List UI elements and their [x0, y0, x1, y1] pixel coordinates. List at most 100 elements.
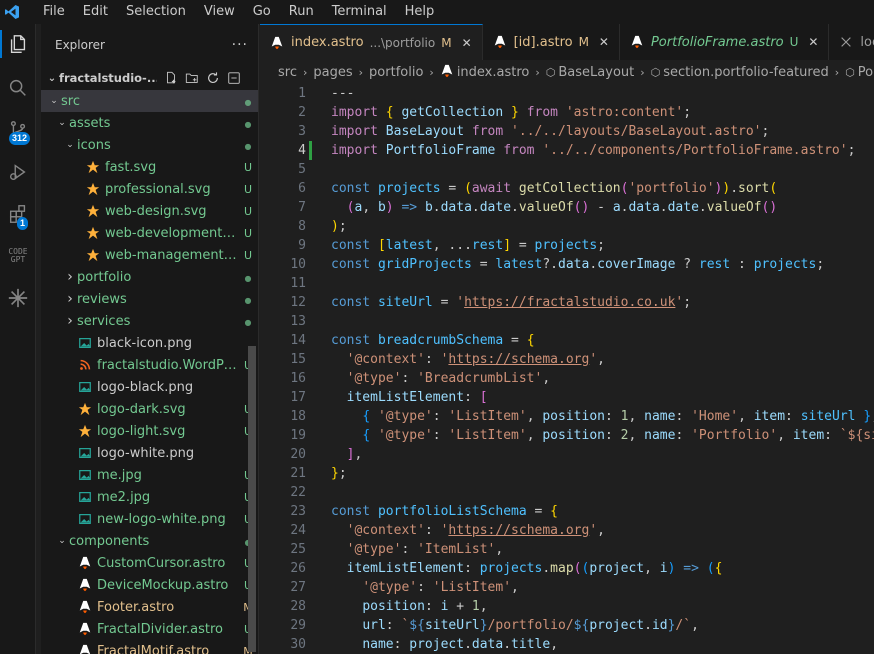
file-row[interactable]: logo-black.png	[41, 376, 258, 398]
file-row[interactable]: fractalstudio.WordPre...U	[41, 354, 258, 376]
tab-1[interactable]: index.astro ...\portfolio M ✕	[260, 24, 483, 60]
code-text: const siteUrl = 'https://fractalstudio.c…	[318, 293, 874, 312]
extensions-icon[interactable]: 1	[0, 196, 36, 232]
git-status-dot-icon	[238, 271, 258, 284]
astro-file-icon	[77, 577, 93, 593]
search-icon[interactable]	[0, 70, 36, 106]
close-icon[interactable]: ✕	[597, 35, 611, 49]
chevron-down-icon: ⌄	[50, 96, 58, 106]
file-row[interactable]: black-icon.png	[41, 332, 258, 354]
code-line: 27 '@type': 'ListItem',	[260, 578, 874, 597]
breadcrumb-item[interactable]: src	[278, 65, 297, 80]
close-icon[interactable]: ✕	[806, 35, 820, 49]
sidebar-scrollbar[interactable]	[248, 346, 256, 652]
file-row[interactable]: CustomCursor.astroU	[41, 552, 258, 574]
run-debug-icon[interactable]	[0, 154, 36, 190]
code-token: const	[331, 257, 371, 272]
menu-terminal[interactable]: Terminal	[323, 0, 396, 24]
explorer-icon[interactable]	[0, 26, 36, 62]
breadcrumb-item[interactable]: Portfolio	[858, 65, 874, 80]
menu-edit[interactable]: Edit	[74, 0, 117, 24]
breadcrumb-item[interactable]: portfolio	[369, 65, 423, 80]
file-row[interactable]: web-management.svg U	[41, 244, 258, 266]
close-icon[interactable]: ✕	[460, 36, 474, 50]
tab-3[interactable]: PortfolioFrame.astro U ✕	[620, 24, 830, 60]
project-root-row[interactable]: ⌄ fractalstudio-...	[41, 66, 258, 90]
folder-row[interactable]: › services	[41, 310, 258, 332]
code-view[interactable]: 1 --- 2 import { getCollection } from 'astr…	[260, 84, 874, 654]
code-token: 'Home'	[691, 409, 739, 424]
code-token: :	[824, 428, 840, 443]
tab-2[interactable]: [id].astro M ✕	[483, 24, 620, 60]
tab-label: localhost:4322	[860, 34, 874, 50]
code-token: name	[362, 637, 394, 652]
collapse-all-icon[interactable]	[226, 70, 242, 86]
file-row[interactable]: web-design.svg U	[41, 200, 258, 222]
folder-row[interactable]: ⌄ assets	[41, 112, 258, 134]
file-row[interactable]: FractalMotif.astroM	[41, 640, 258, 654]
folder-row[interactable]: ⌄ components	[41, 530, 258, 552]
code-token: url	[362, 618, 386, 633]
refresh-icon[interactable]	[205, 70, 221, 86]
code-token: valueOf	[518, 200, 574, 215]
file-row[interactable]: logo-white.png	[41, 442, 258, 464]
more-actions-icon[interactable]: ···	[232, 37, 248, 53]
code-token: 'astro:content'	[565, 105, 684, 120]
tab-4[interactable]: localhost:4322	[829, 24, 874, 60]
new-file-icon[interactable]	[163, 70, 179, 86]
codegpt-icon[interactable]: CODE GPT	[0, 238, 36, 274]
line-number: 13	[290, 314, 306, 329]
file-row[interactable]: logo-light.svgU	[41, 420, 258, 442]
file-row[interactable]: FractalDivider.astroU	[41, 618, 258, 640]
file-row[interactable]: new-logo-white.pngU	[41, 508, 258, 530]
source-control-icon[interactable]: 312	[0, 112, 36, 148]
menu-selection[interactable]: Selection	[117, 0, 195, 24]
chevron-down-icon: ⌄	[47, 72, 57, 84]
tab-description: ...\portfolio	[369, 35, 436, 50]
file-row[interactable]: me2.jpgU	[41, 486, 258, 508]
line-number: 8	[298, 219, 306, 234]
source-control-badge: 312	[9, 132, 31, 145]
code-token: title	[511, 637, 551, 652]
code-token: data	[471, 637, 504, 652]
code-token: sort	[738, 181, 770, 196]
file-row[interactable]: me.jpgU	[41, 464, 258, 486]
menu-go[interactable]: Go	[244, 0, 280, 24]
code-token: '@type'	[377, 428, 433, 443]
folder-row[interactable]: › portfolio	[41, 266, 258, 288]
folder-row[interactable]: ⌄ src	[41, 90, 258, 112]
breadcrumb-item[interactable]: BaseLayout	[558, 65, 634, 80]
diff-gutter	[306, 274, 318, 293]
breadcrumb-item[interactable]: pages	[313, 65, 352, 80]
file-row[interactable]: web-development.svg U	[41, 222, 258, 244]
file-row[interactable]: DeviceMockup.astroU	[41, 574, 258, 596]
folder-row[interactable]: › reviews	[41, 288, 258, 310]
ai-sparkle-icon[interactable]	[0, 280, 36, 316]
code-text: const projects = (await getCollection('p…	[318, 179, 874, 198]
file-row[interactable]: professional.svg U	[41, 178, 258, 200]
code-line: 5	[260, 160, 874, 179]
code-token: rest	[698, 257, 731, 272]
menu-view[interactable]: View	[195, 0, 244, 24]
folder-row[interactable]: ⌄ icons	[41, 134, 258, 156]
file-row[interactable]: logo-dark.svgU	[41, 398, 258, 420]
git-status-badge: U	[243, 204, 253, 218]
file-name: logo-dark.svg	[97, 401, 186, 417]
breadcrumb-item[interactable]: index.astro	[457, 65, 530, 80]
menu-file[interactable]: File	[34, 0, 74, 24]
breadcrumb-item[interactable]: section.portfolio-featured	[663, 65, 828, 80]
astro-file-icon	[629, 35, 645, 49]
chevron-right-icon: ›	[834, 65, 840, 79]
menu-help[interactable]: Help	[396, 0, 444, 24]
file-row[interactable]: fast.svg U	[41, 156, 258, 178]
menu-run[interactable]: Run	[280, 0, 323, 24]
code-token: const	[331, 504, 371, 519]
code-token: ;	[338, 466, 347, 481]
new-folder-icon[interactable]	[184, 70, 200, 86]
git-status-dot-icon	[238, 95, 258, 108]
file-row[interactable]: Footer.astroM	[41, 596, 258, 618]
